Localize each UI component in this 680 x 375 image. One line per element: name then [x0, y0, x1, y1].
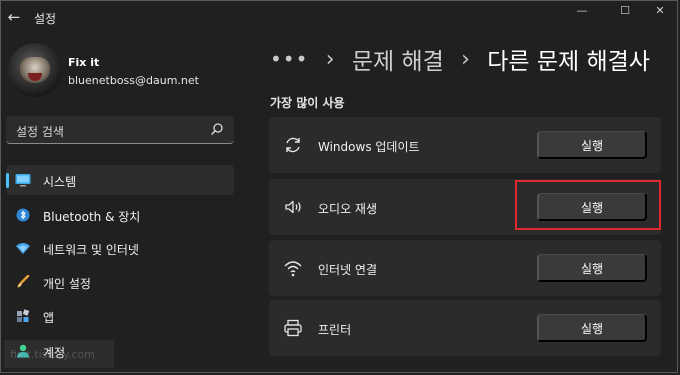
sidebar-item-system[interactable]: 시스템 — [6, 165, 234, 195]
sidebar-item-label: 개인 설정 — [43, 277, 91, 291]
watermark-text: fixit.tistory.com — [10, 348, 95, 361]
profile-email: bluenetboss@daum.net — [68, 74, 199, 87]
title-bar: ← 설정 — ☐ ✕ — [0, 0, 680, 36]
minimize-button[interactable]: — — [562, 2, 602, 20]
sidebar-item-network[interactable]: 네트워크 및 인터넷 — [6, 233, 234, 263]
maximize-button[interactable]: ☐ — [605, 2, 645, 20]
breadcrumb-separator-icon: › — [325, 46, 335, 72]
search-placeholder: 설정 검색 — [16, 125, 64, 139]
sidebar-item-label: 시스템 — [43, 175, 77, 189]
paintbrush-icon — [17, 275, 30, 288]
back-arrow-icon[interactable]: ← — [4, 6, 24, 28]
section-title: 가장 많이 사용 — [270, 96, 345, 110]
troubleshooter-label: 프린터 — [318, 323, 352, 337]
app-title: 설정 — [34, 12, 57, 26]
sidebar-item-label: 네트워크 및 인터넷 — [43, 243, 139, 257]
breadcrumb-link-troubleshoot[interactable]: 문제 해결 — [352, 42, 444, 76]
troubleshooter-label: 오디오 재생 — [318, 202, 378, 216]
search-input[interactable]: 설정 검색 — [6, 116, 234, 144]
troubleshooter-label: Windows 업데이트 — [318, 140, 420, 154]
page-title: 다른 문제 해결사 — [487, 49, 650, 75]
breadcrumb: ••• › 문제 해결 › 다른 문제 해결사 — [270, 42, 650, 78]
sidebar-item-personalization[interactable]: 개인 설정 — [6, 267, 234, 297]
sidebar-item-label: 앱 — [43, 311, 55, 325]
run-button[interactable]: 실행 — [537, 131, 647, 159]
troubleshooter-label: 인터넷 연결 — [318, 263, 378, 277]
sidebar-item-bluetooth[interactable]: Bluetooth & 장치 — [6, 200, 234, 230]
refresh-icon — [286, 137, 300, 153]
active-indicator — [6, 173, 9, 188]
search-icon — [211, 123, 223, 135]
profile-name: Fix it — [68, 56, 100, 69]
troubleshooter-card-windows-update: Windows 업데이트 실행 — [269, 117, 661, 173]
troubleshooter-card-internet: 인터넷 연결 실행 — [269, 240, 661, 296]
wifi-icon — [284, 261, 302, 277]
bluetooth-icon — [16, 208, 30, 222]
speaker-icon — [285, 200, 301, 214]
printer-icon — [284, 319, 302, 337]
system-monitor-icon — [15, 174, 31, 187]
highlight-annotation — [515, 180, 661, 230]
breadcrumb-separator-icon: › — [461, 46, 470, 72]
wifi-diamond-icon — [16, 243, 30, 254]
sidebar-item-apps[interactable]: 앱 — [6, 301, 234, 331]
avatar[interactable] — [8, 43, 62, 97]
breadcrumb-overflow-button[interactable]: ••• — [270, 47, 308, 71]
apps-icon — [17, 309, 30, 322]
run-button[interactable]: 실행 — [537, 314, 647, 342]
sidebar-item-label: Bluetooth & 장치 — [43, 210, 141, 224]
watermark: fixit.tistory.com — [4, 340, 114, 368]
close-button[interactable]: ✕ — [640, 2, 680, 20]
troubleshooter-card-printer: 프린터 실행 — [269, 300, 661, 356]
run-button[interactable]: 실행 — [537, 254, 647, 282]
